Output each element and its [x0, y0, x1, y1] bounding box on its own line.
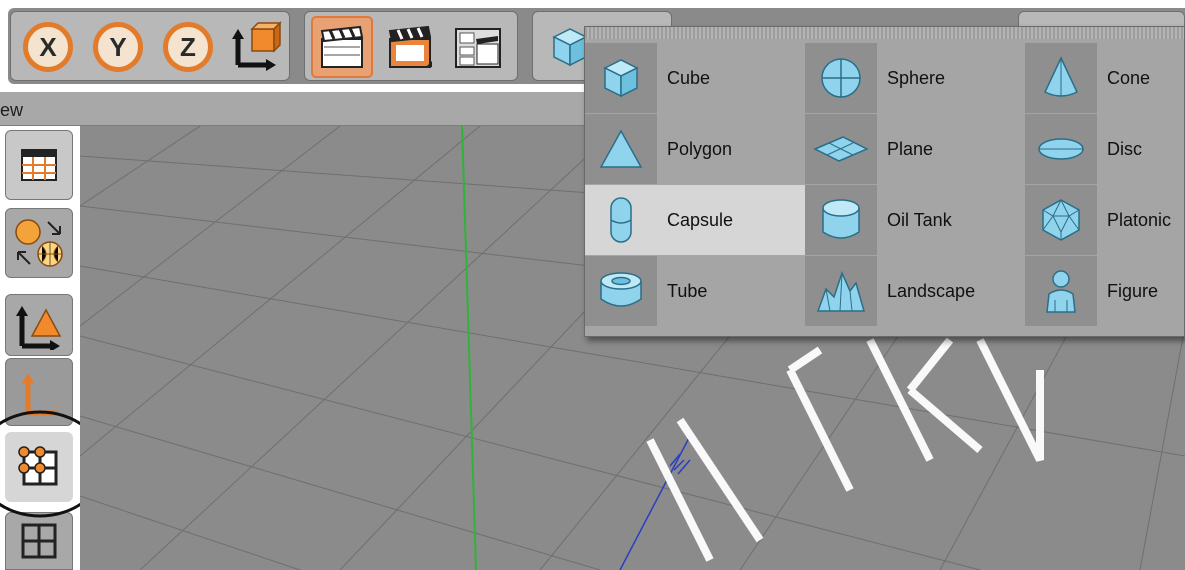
cube-icon — [603, 59, 639, 98]
clapperboard-orange-icon — [388, 25, 432, 68]
menu-item-polygon[interactable]: Polygon — [585, 114, 805, 184]
world-coordinates-icon — [232, 21, 282, 71]
tube-icon — [600, 272, 642, 307]
primitives-menu: Cube Polygon Capsule Tube Sphere Plane O… — [584, 26, 1185, 337]
menu-item-label: Plane — [887, 138, 934, 159]
menu-item-label: Cube — [667, 67, 711, 88]
menu-item-label: Capsule — [667, 209, 734, 230]
y-axis-button[interactable]: Y — [87, 16, 149, 78]
menu-item-label: Sphere — [887, 67, 946, 88]
platonic-icon — [1042, 199, 1080, 241]
watermark — [646, 337, 1044, 562]
menu-item-oil-tank[interactable]: Oil Tank — [805, 185, 1025, 255]
coordinate-system-button[interactable] — [225, 16, 287, 78]
menu-item-cone[interactable]: Cone — [1025, 43, 1185, 113]
figure-icon — [1046, 270, 1076, 313]
cone-icon — [1044, 56, 1078, 97]
menu-item-label: Platonic — [1107, 209, 1172, 230]
menu-item-tube[interactable]: Tube — [585, 256, 805, 326]
grid-icon — [21, 523, 57, 559]
menu-item-label: Cone — [1107, 67, 1151, 88]
menu-item-capsule[interactable]: Capsule — [585, 185, 805, 255]
oil-tank-icon — [822, 199, 860, 239]
model-mode-button[interactable] — [5, 294, 73, 356]
workplane-button[interactable] — [5, 208, 73, 278]
layout-button[interactable] — [5, 130, 73, 200]
view-menu[interactable]: ew — [0, 100, 23, 121]
capsule-icon — [610, 197, 632, 243]
menu-item-label: Figure — [1107, 280, 1159, 301]
left-palette — [0, 126, 106, 570]
menu-item-cube[interactable]: Cube — [585, 43, 805, 113]
menu-item-figure[interactable]: Figure — [1025, 256, 1185, 326]
render-group — [304, 11, 518, 81]
y-axis-line — [461, 126, 477, 570]
render-settings-icon — [455, 28, 501, 68]
menu-item-label: Landscape — [887, 280, 976, 301]
menu-item-label: Tube — [667, 280, 708, 301]
landscape-icon — [816, 270, 865, 312]
menu-item-label: Oil Tank — [887, 209, 952, 230]
x-axis-label: X — [23, 22, 73, 72]
model-icon — [16, 306, 62, 350]
menu-item-landscape[interactable]: Landscape — [805, 256, 1025, 326]
z-axis-label: Z — [163, 22, 213, 72]
object-switch-icon — [15, 219, 63, 267]
menu-item-sphere[interactable]: Sphere — [805, 43, 1025, 113]
clapperboard-icon — [320, 25, 364, 68]
z-axis-button[interactable]: Z — [157, 16, 219, 78]
axis-lock-group: X Y Z — [10, 11, 290, 81]
menu-item-label: Disc — [1107, 138, 1142, 159]
render-to-picture-viewer-button[interactable] — [379, 16, 441, 78]
render-view-button[interactable] — [311, 16, 373, 78]
menu-item-label: Polygon — [667, 138, 733, 159]
menu-tear-off-handle[interactable] — [585, 27, 1184, 39]
menu-item-platonic[interactable]: Platonic — [1025, 185, 1185, 255]
x-axis-button[interactable]: X — [17, 16, 79, 78]
sphere-icon — [821, 58, 861, 98]
plane-icon — [813, 136, 869, 162]
polygon-icon — [599, 129, 643, 168]
table-layout-icon — [21, 149, 57, 181]
render-settings-button[interactable] — [447, 16, 509, 78]
menu-item-plane[interactable]: Plane — [805, 114, 1025, 184]
menu-item-disc[interactable]: Disc — [1025, 114, 1185, 184]
y-axis-label: Y — [93, 22, 143, 72]
disc-icon — [1038, 138, 1084, 160]
